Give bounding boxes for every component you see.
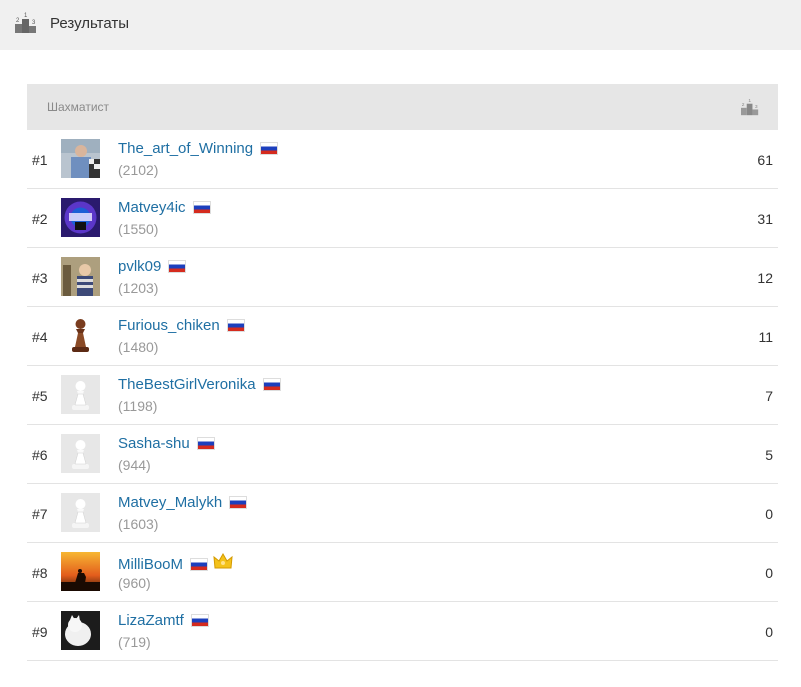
rank: #4 <box>32 329 48 345</box>
avatar[interactable] <box>61 257 100 296</box>
player-score: 0 <box>765 565 773 581</box>
russia-flag-icon <box>168 260 187 273</box>
rank: #9 <box>32 624 48 640</box>
player-name-line: Matvey_Malykh <box>118 494 248 511</box>
player-name-line: Sasha-shu <box>118 435 215 452</box>
avatar[interactable] <box>61 434 100 473</box>
player-score: 5 <box>765 447 773 463</box>
table-body: #1 The_art_of_Winning (2102) 61 #2 Matvey4ic (… <box>27 130 778 661</box>
rank: #6 <box>32 447 48 463</box>
player-rating: (1480) <box>118 339 159 355</box>
table-header: Шахматист 1 2 3 <box>27 84 778 130</box>
player-name-link[interactable]: LizaZamtf <box>118 612 184 629</box>
rank: #1 <box>32 152 48 168</box>
avatar[interactable] <box>61 493 100 532</box>
player-name-link[interactable]: MilliBooM <box>118 556 183 573</box>
player-score: 0 <box>765 624 773 640</box>
player-score: 12 <box>757 270 773 286</box>
table-row: #3 pvlk09 (1203) 12 <box>27 248 778 307</box>
player-name-line: LizaZamtf <box>118 612 209 629</box>
player-name-link[interactable]: The_art_of_Winning <box>118 140 253 157</box>
player-name-line: The_art_of_Winning <box>118 140 279 157</box>
player-score: 31 <box>757 211 773 227</box>
svg-text:3: 3 <box>32 20 36 26</box>
player-name-link[interactable]: TheBestGirlVeronika <box>118 376 256 393</box>
page-title: Результаты <box>50 15 129 32</box>
rank: #8 <box>32 565 48 581</box>
column-header-player[interactable]: Шахматист <box>47 100 109 114</box>
player-rating: (1203) <box>118 280 159 296</box>
table-row: #4 Furious_chiken (1480) 11 <box>27 307 778 366</box>
player-rating: (960) <box>118 575 151 591</box>
svg-text:3: 3 <box>755 104 758 110</box>
player-name-line: TheBestGirlVeronika <box>118 376 281 393</box>
rank: #2 <box>32 211 48 227</box>
rank: #3 <box>32 270 48 286</box>
player-score: 61 <box>757 152 773 168</box>
player-rating: (1603) <box>118 516 159 532</box>
avatar[interactable] <box>61 552 100 591</box>
player-rating: (1550) <box>118 221 159 237</box>
rank: #5 <box>32 388 48 404</box>
russia-flag-icon <box>229 496 248 509</box>
table-row: #1 The_art_of_Winning (2102) 61 <box>27 130 778 189</box>
crown-icon <box>213 552 233 576</box>
avatar[interactable] <box>61 375 100 414</box>
svg-text:2: 2 <box>16 18 20 24</box>
player-name-link[interactable]: Matvey_Malykh <box>118 494 222 511</box>
avatar[interactable] <box>61 611 100 650</box>
player-rating: (944) <box>118 457 151 473</box>
player-score: 7 <box>765 388 773 404</box>
player-rating: (2102) <box>118 162 159 178</box>
player-name-line: pvlk09 <box>118 258 187 275</box>
player-name-line: Matvey4ic <box>118 199 211 216</box>
russia-flag-icon <box>226 319 245 332</box>
russia-flag-icon <box>192 201 211 214</box>
page-header: 1 2 3 Результаты <box>0 0 801 50</box>
russia-flag-icon <box>196 437 215 450</box>
player-name-link[interactable]: Matvey4ic <box>118 199 186 216</box>
avatar[interactable] <box>61 139 100 178</box>
russia-flag-icon <box>260 142 279 155</box>
table-row: #5 TheBestGirlVeronika (1198) 7 <box>27 366 778 425</box>
avatar[interactable] <box>61 198 100 237</box>
svg-text:1: 1 <box>748 98 751 104</box>
player-name-link[interactable]: pvlk09 <box>118 258 161 275</box>
player-name-link[interactable]: Sasha-shu <box>118 435 190 452</box>
rank: #7 <box>32 506 48 522</box>
player-rating: (719) <box>118 634 151 650</box>
player-rating: (1198) <box>118 398 158 414</box>
player-name-line: Furious_chiken <box>118 317 245 334</box>
podium-icon[interactable]: 1 2 3 <box>740 98 760 121</box>
table-row: #6 Sasha-shu (944) 5 <box>27 425 778 484</box>
svg-text:1: 1 <box>24 13 28 19</box>
player-name-link[interactable]: Furious_chiken <box>118 317 220 334</box>
table-row: #8 MilliBooM (960) 0 <box>27 543 778 602</box>
results-table: Шахматист 1 2 3 #1 The_art_of_Winning (210… <box>27 84 778 661</box>
player-score: 11 <box>758 329 773 345</box>
table-row: #2 Matvey4ic (1550) 31 <box>27 189 778 248</box>
russia-flag-icon <box>190 614 209 627</box>
player-score: 0 <box>765 506 773 522</box>
svg-text:2: 2 <box>742 102 745 108</box>
table-row: #9 LizaZamtf (719) 0 <box>27 602 778 661</box>
avatar[interactable] <box>61 316 100 355</box>
table-row: #7 Matvey_Malykh (1603) 0 <box>27 484 778 543</box>
russia-flag-icon <box>190 558 209 571</box>
player-name-line: MilliBooM <box>118 552 233 576</box>
podium-icon: 1 2 3 <box>14 12 38 39</box>
russia-flag-icon <box>262 378 281 391</box>
